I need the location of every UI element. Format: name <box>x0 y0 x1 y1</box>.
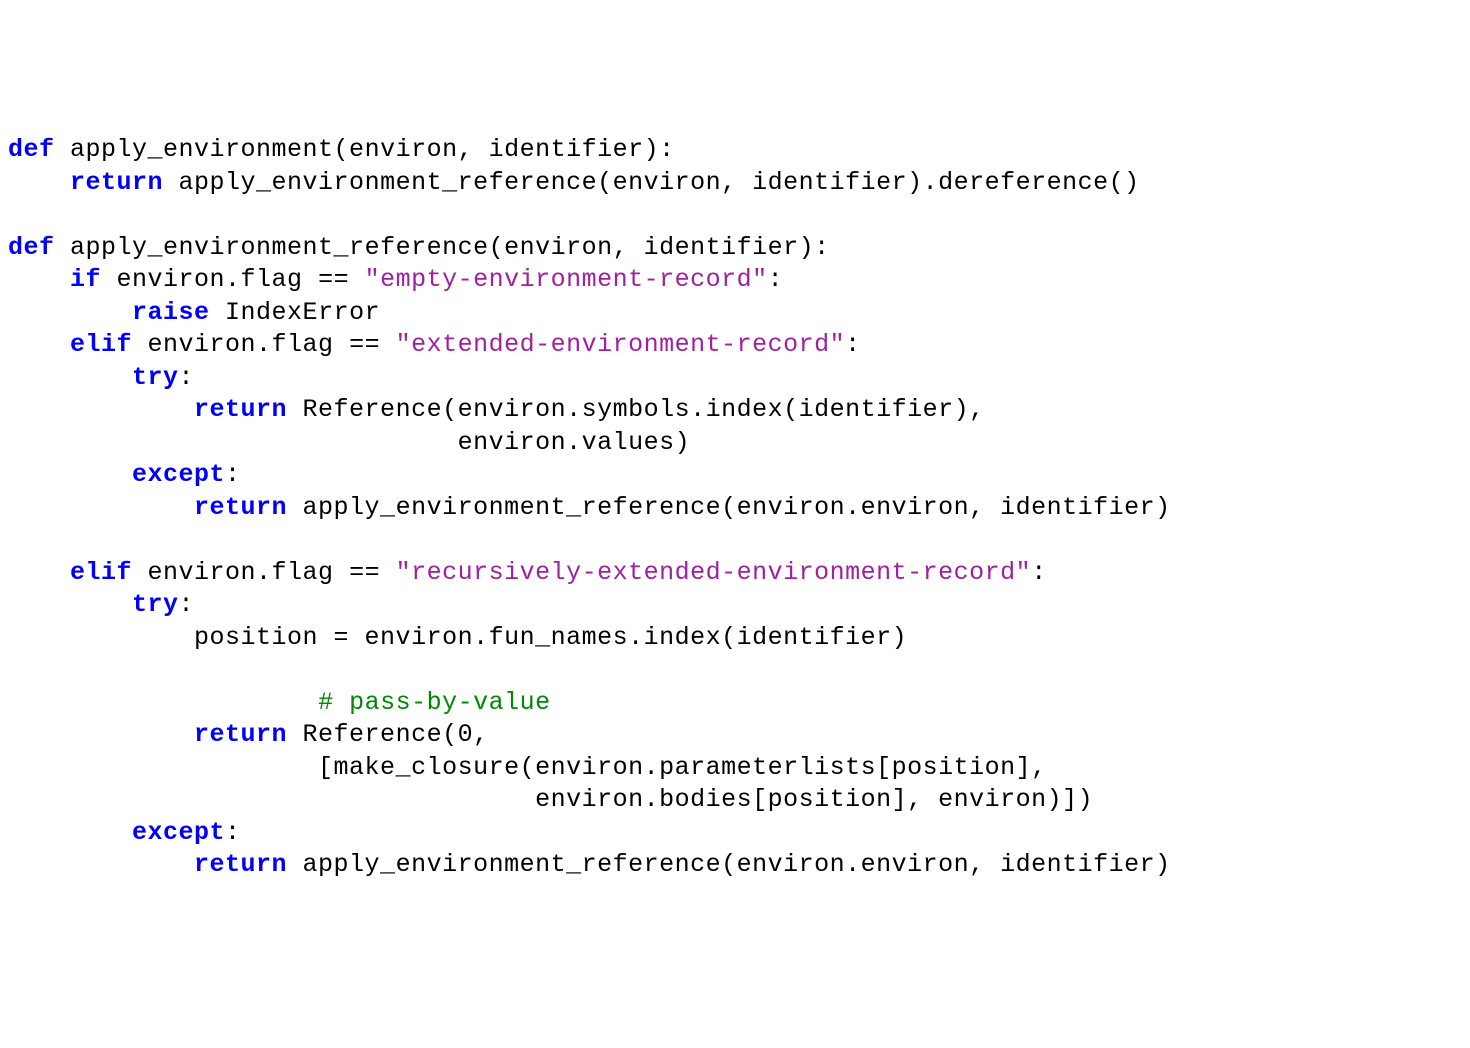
text-token <box>8 558 70 587</box>
text-token <box>8 265 70 294</box>
text-token: : <box>845 330 861 359</box>
code-line: environ.bodies[position], environ)]) <box>8 784 1462 817</box>
string-token: "recursively-extended-environment-record… <box>396 558 1032 587</box>
text-token: : <box>225 460 241 489</box>
keyword-token: return <box>70 168 163 197</box>
text-token <box>8 720 194 749</box>
text-token: : <box>179 363 195 392</box>
keyword-token: def <box>8 135 55 164</box>
text-token <box>8 590 132 619</box>
keyword-token: return <box>194 850 287 879</box>
text-token: [make_closure(environ.parameterlists[pos… <box>8 753 1047 782</box>
keyword-token: if <box>70 265 101 294</box>
text-token <box>8 395 194 424</box>
code-line: return apply_environment_reference(envir… <box>8 492 1462 525</box>
text-token <box>8 850 194 879</box>
text-token: : <box>225 818 241 847</box>
code-line: try: <box>8 589 1462 622</box>
code-line: return Reference(environ.symbols.index(i… <box>8 394 1462 427</box>
keyword-token: return <box>194 720 287 749</box>
text-token: : <box>768 265 784 294</box>
code-line: return apply_environment_reference(envir… <box>8 167 1462 200</box>
text-token: position = environ.fun_names.index(ident… <box>8 623 907 652</box>
text-token: Reference(environ.symbols.index(identifi… <box>287 395 985 424</box>
code-line: environ.values) <box>8 427 1462 460</box>
code-line: except: <box>8 459 1462 492</box>
code-line: return Reference(0, <box>8 719 1462 752</box>
code-line <box>8 199 1462 232</box>
text-token: apply_environment_reference(environ.envi… <box>287 493 1171 522</box>
keyword-token: return <box>194 395 287 424</box>
text-token: environ.flag == <box>132 330 396 359</box>
text-token <box>8 688 318 717</box>
text-token: : <box>179 590 195 619</box>
text-token: environ.bodies[position], environ)]) <box>8 785 1093 814</box>
keyword-token: elif <box>70 330 132 359</box>
text-token <box>8 363 132 392</box>
text-token <box>8 460 132 489</box>
text-token: : <box>1031 558 1047 587</box>
code-line: [make_closure(environ.parameterlists[pos… <box>8 752 1462 785</box>
text-token <box>8 330 70 359</box>
code-line: raise IndexError <box>8 297 1462 330</box>
text-token: IndexError <box>210 298 381 327</box>
code-line: except: <box>8 817 1462 850</box>
keyword-token: raise <box>132 298 210 327</box>
text-token <box>8 168 70 197</box>
keyword-token: try <box>132 590 179 619</box>
text-token: environ.flag == <box>132 558 396 587</box>
code-line <box>8 654 1462 687</box>
comment-token: # pass-by-value <box>318 688 551 717</box>
keyword-token: except <box>132 460 225 489</box>
keyword-token: def <box>8 233 55 262</box>
text-token <box>8 493 194 522</box>
code-line: def apply_environment_reference(environ,… <box>8 232 1462 265</box>
string-token: "extended-environment-record" <box>396 330 846 359</box>
code-line <box>8 524 1462 557</box>
code-line: position = environ.fun_names.index(ident… <box>8 622 1462 655</box>
keyword-token: try <box>132 363 179 392</box>
code-line: def apply_environment(environ, identifie… <box>8 134 1462 167</box>
keyword-token: except <box>132 818 225 847</box>
code-line: return apply_environment_reference(envir… <box>8 849 1462 882</box>
string-token: "empty-environment-record" <box>365 265 768 294</box>
text-token: Reference(0, <box>287 720 489 749</box>
text-token: environ.flag == <box>101 265 365 294</box>
text-token: apply_environment_reference(environ.envi… <box>287 850 1171 879</box>
code-line: # pass-by-value <box>8 687 1462 720</box>
text-token: apply_environment_reference(environ, ide… <box>55 233 830 262</box>
keyword-token: elif <box>70 558 132 587</box>
code-line: elif environ.flag == "recursively-extend… <box>8 557 1462 590</box>
code-line: elif environ.flag == "extended-environme… <box>8 329 1462 362</box>
text-token <box>8 818 132 847</box>
text-token: apply_environment_reference(environ, ide… <box>163 168 1140 197</box>
code-block: def apply_environment(environ, identifie… <box>8 134 1462 882</box>
keyword-token: return <box>194 493 287 522</box>
code-line: if environ.flag == "empty-environment-re… <box>8 264 1462 297</box>
code-line: try: <box>8 362 1462 395</box>
text-token: apply_environment(environ, identifier): <box>55 135 675 164</box>
text-token: environ.values) <box>8 428 690 457</box>
text-token <box>8 298 132 327</box>
